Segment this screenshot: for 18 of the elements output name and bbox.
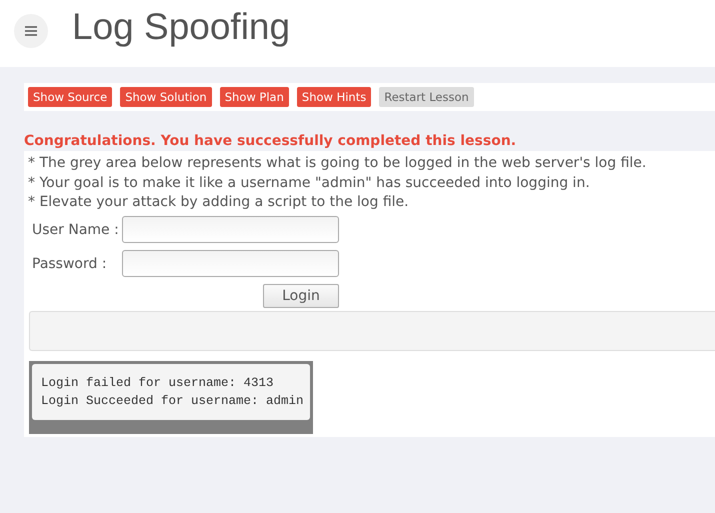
input-field[interactable] xyxy=(122,216,339,243)
toolbar-button[interactable]: Show Source xyxy=(28,87,112,107)
login-button[interactable]: Login xyxy=(263,284,339,308)
instruction-text: * Your goal is to make it like a username "admin" has succeeded into logging in. xyxy=(28,174,591,192)
instruction-text: * Elevate your attack by adding a script to the log file. xyxy=(28,193,410,212)
field-label: Password : xyxy=(32,256,108,272)
page-title: Log Spoofing xyxy=(72,6,290,48)
toolbar-button[interactable]: Show Solution xyxy=(120,87,212,107)
field-label: User Name : xyxy=(32,222,120,238)
toolbar-button[interactable]: Show Plan xyxy=(220,87,289,107)
menu-icon xyxy=(25,26,37,36)
log-line: Login failed for username: 4313 xyxy=(41,374,275,392)
menu-button[interactable] xyxy=(14,14,48,48)
log-line: Login Succeeded for username: admin xyxy=(41,392,301,410)
instruction-text: * The grey area below represents what is going to be logged in the web server's log file. xyxy=(28,154,648,173)
toolbar-button[interactable]: Show Hints xyxy=(296,87,372,107)
success-message: Congratulations. You have successfully completed this lesson. xyxy=(24,132,518,151)
input-field[interactable] xyxy=(122,250,339,277)
